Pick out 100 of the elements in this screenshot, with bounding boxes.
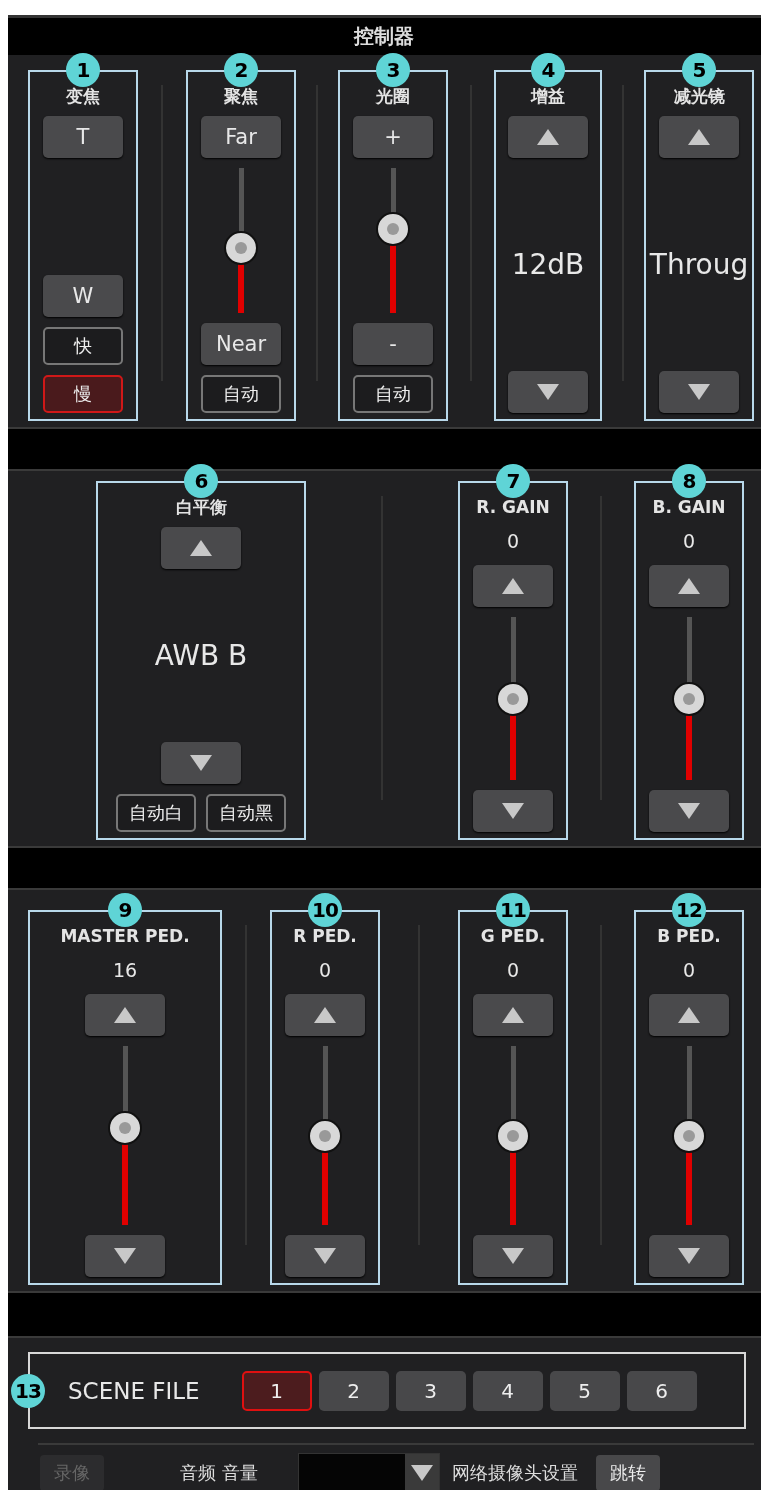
slider[interactable]: [308, 1045, 342, 1226]
up-arrow-button[interactable]: [659, 115, 739, 158]
audio-volume-label: 音频 音量: [180, 1461, 258, 1485]
callout-number: 3: [376, 52, 410, 87]
up-arrow-button[interactable]: [85, 993, 165, 1036]
up-arrow-button[interactable]: [473, 565, 553, 608]
value-reading: 0: [506, 529, 520, 555]
down-arrow-button[interactable]: [649, 789, 729, 832]
triangle-icon: [678, 1248, 700, 1265]
callout-number: 2: [224, 52, 258, 87]
triangle-icon: [114, 1248, 136, 1265]
control-button[interactable]: T: [43, 115, 123, 158]
down-arrow-button[interactable]: [649, 1235, 729, 1278]
toggle-button[interactable]: 快: [43, 327, 123, 366]
callout-number: 8: [672, 464, 706, 499]
slider-thumb[interactable]: [224, 231, 258, 265]
scene-button[interactable]: 3: [395, 1370, 466, 1411]
triangle-icon: [678, 578, 700, 595]
down-arrow-button[interactable]: [508, 371, 588, 414]
toggle-button[interactable]: 自动: [201, 375, 281, 414]
callout-number: 4: [531, 52, 565, 87]
group-label: 聚焦: [224, 85, 258, 106]
callout-number: 11: [496, 892, 530, 927]
group-label: G PED.: [480, 925, 546, 946]
group-label: 白平衡: [175, 497, 227, 518]
toggle-button[interactable]: 自动: [353, 375, 433, 414]
up-arrow-button[interactable]: [649, 993, 729, 1036]
value-reading: 0: [682, 957, 696, 983]
triangle-icon: [502, 1248, 524, 1265]
down-arrow-button[interactable]: [285, 1235, 365, 1278]
callout-number: 5: [682, 52, 716, 87]
triangle-icon: [314, 1248, 336, 1265]
triangle-icon: [688, 128, 710, 145]
down-arrow-button[interactable]: [659, 371, 739, 414]
jump-button[interactable]: 跳转: [595, 1455, 660, 1490]
value-reading: 0: [318, 957, 332, 983]
slider[interactable]: [672, 617, 706, 780]
control-button[interactable]: -: [353, 323, 433, 366]
triangle-icon: [190, 540, 212, 557]
slider-thumb[interactable]: [672, 681, 706, 716]
group-label: R. GAIN: [476, 497, 550, 518]
down-arrow-button[interactable]: [85, 1235, 165, 1278]
value-text: 12dB: [511, 248, 585, 282]
toggle-button[interactable]: 慢: [43, 375, 123, 414]
value-reading: 16: [112, 957, 138, 983]
dropdown-field[interactable]: [297, 1453, 440, 1490]
control-button[interactable]: Far: [201, 115, 281, 158]
down-arrow-button[interactable]: [473, 789, 553, 832]
group-label: 增益: [531, 85, 565, 106]
scene-button[interactable]: 4: [472, 1370, 543, 1411]
triangle-icon: [537, 128, 559, 145]
group-label: MASTER PED.: [60, 925, 190, 946]
slider-thumb[interactable]: [308, 1118, 342, 1153]
scene-button[interactable]: 1: [241, 1370, 312, 1411]
slider[interactable]: [224, 167, 258, 314]
slider-thumb[interactable]: [376, 212, 410, 247]
callout-number: 12: [672, 892, 706, 927]
group-label: B. GAIN: [652, 497, 726, 518]
slider-thumb[interactable]: [672, 1118, 706, 1153]
triangle-icon: [190, 754, 212, 771]
up-arrow-button[interactable]: [649, 565, 729, 608]
slider-thumb[interactable]: [496, 1118, 530, 1153]
callout-number: 7: [496, 464, 530, 499]
triangle-icon: [678, 802, 700, 819]
value-reading: 0: [506, 957, 520, 983]
up-arrow-button[interactable]: [161, 527, 241, 570]
value-text: AWB B: [154, 639, 248, 673]
callout-number: 1: [66, 52, 100, 87]
scene-button[interactable]: 5: [549, 1370, 620, 1411]
toggle-button[interactable]: 自动黑: [206, 793, 286, 832]
slider-thumb[interactable]: [496, 681, 530, 716]
control-button[interactable]: W: [43, 275, 123, 318]
control-button[interactable]: +: [353, 115, 433, 158]
triangle-icon: [314, 1006, 336, 1023]
up-arrow-button[interactable]: [285, 993, 365, 1036]
toggle-button[interactable]: 自动白: [116, 793, 196, 832]
slider-thumb[interactable]: [108, 1111, 142, 1146]
value-reading: 0: [682, 529, 696, 555]
triangle-icon: [410, 1465, 433, 1481]
control-button[interactable]: Near: [201, 323, 281, 366]
group-label: 减光镜: [673, 85, 725, 106]
slider[interactable]: [672, 1045, 706, 1226]
slider[interactable]: [496, 617, 530, 780]
network-camera-settings-label: 网络摄像头设置: [451, 1461, 578, 1485]
value-text: Throug: [649, 248, 749, 282]
callout-number: 13: [11, 1373, 45, 1408]
down-arrow-button[interactable]: [473, 1235, 553, 1278]
scene-button[interactable]: 6: [626, 1370, 697, 1411]
slider[interactable]: [496, 1045, 530, 1226]
up-arrow-button[interactable]: [508, 115, 588, 158]
scene-button[interactable]: 2: [318, 1370, 389, 1411]
triangle-icon: [688, 384, 710, 401]
group-label: 光圈: [376, 85, 410, 106]
triangle-icon: [502, 802, 524, 819]
down-arrow-button[interactable]: [161, 741, 241, 784]
slider[interactable]: [108, 1045, 142, 1226]
up-arrow-button[interactable]: [473, 993, 553, 1036]
callout-number: 9: [108, 892, 142, 927]
triangle-icon: [502, 578, 524, 595]
slider[interactable]: [376, 167, 410, 314]
